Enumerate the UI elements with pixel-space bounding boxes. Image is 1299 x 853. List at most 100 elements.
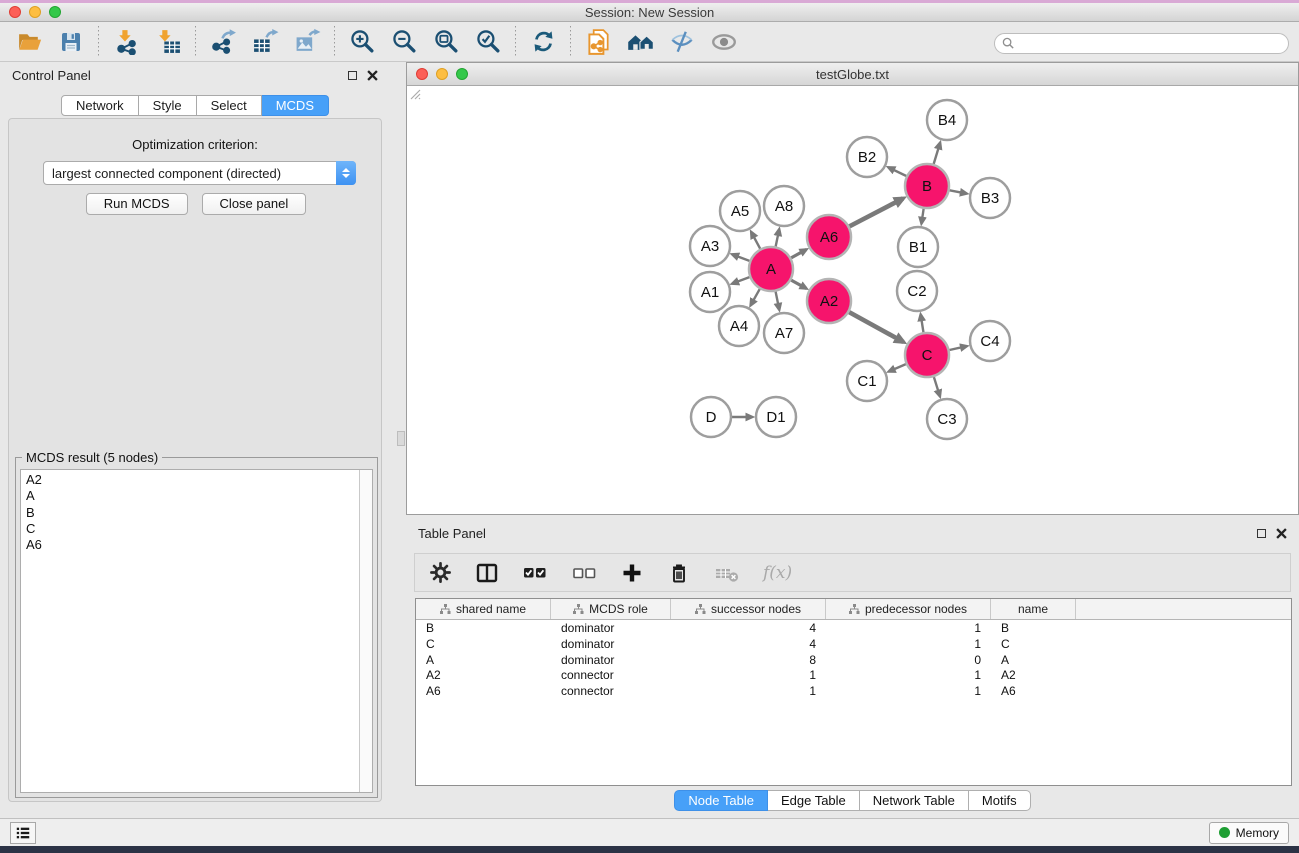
split-view-button[interactable] xyxy=(475,560,499,586)
optimization-criterion-select[interactable]: largest connected component (directed) xyxy=(43,161,356,185)
mcds-result-item[interactable]: A xyxy=(26,488,359,504)
table-row[interactable]: Adominator80A xyxy=(416,652,1291,668)
node-A2[interactable]: A2 xyxy=(807,279,851,323)
node-B2[interactable]: B2 xyxy=(847,137,887,177)
node-A3[interactable]: A3 xyxy=(690,226,730,266)
select-all-columns-button[interactable] xyxy=(522,560,548,586)
edge-B-B3[interactable] xyxy=(950,190,967,193)
search-input[interactable] xyxy=(1015,37,1288,51)
edge-A-A5[interactable] xyxy=(751,232,760,249)
column-header-shared-name[interactable]: shared name xyxy=(416,599,551,619)
tab-edge-table[interactable]: Edge Table xyxy=(768,790,860,811)
home-button[interactable] xyxy=(623,26,657,58)
edge-B-B2[interactable] xyxy=(889,167,907,176)
add-column-button[interactable] xyxy=(620,560,644,586)
edge-A-A4[interactable] xyxy=(751,289,760,305)
mcds-result-item[interactable]: A2 xyxy=(26,472,359,488)
save-session-button[interactable] xyxy=(54,26,88,58)
zoom-out-button[interactable] xyxy=(387,26,421,58)
refresh-view-button[interactable] xyxy=(526,26,560,58)
task-history-button[interactable] xyxy=(10,822,36,844)
edge-A-A1[interactable] xyxy=(732,277,749,283)
tab-node-table[interactable]: Node Table xyxy=(674,790,768,811)
delete-table-button[interactable] xyxy=(714,560,740,586)
column-header-successor-nodes[interactable]: successor nodes xyxy=(671,599,826,619)
node-B1[interactable]: B1 xyxy=(898,227,938,267)
edge-B-B4[interactable] xyxy=(934,143,940,164)
node-C3[interactable]: C3 xyxy=(927,399,967,439)
function-builder-button[interactable]: f(x) xyxy=(763,560,792,586)
unselect-all-columns-button[interactable] xyxy=(571,560,597,586)
hide-details-button[interactable] xyxy=(665,26,699,58)
node-A4[interactable]: A4 xyxy=(719,306,759,346)
mcds-result-list[interactable]: A2ABCA6 xyxy=(20,469,373,793)
open-session-button[interactable] xyxy=(12,26,46,58)
panel-divider-handle[interactable] xyxy=(397,431,405,446)
tab-network-table[interactable]: Network Table xyxy=(860,790,969,811)
edge-A6-B[interactable] xyxy=(849,198,903,226)
edge-A-A8[interactable] xyxy=(776,230,780,247)
edge-C-C2[interactable] xyxy=(921,315,924,333)
search-box[interactable] xyxy=(994,33,1289,54)
run-mcds-button[interactable]: Run MCDS xyxy=(86,193,188,215)
network-canvas[interactable]: B4B2BB3A8A5A6A3B1AA1C2A2A4A7C4CC1DD1C3 xyxy=(407,86,1298,514)
delete-column-button[interactable] xyxy=(667,560,691,586)
column-header-predecessor-nodes[interactable]: predecessor nodes xyxy=(826,599,991,619)
float-table-panel-icon[interactable] xyxy=(1257,529,1266,538)
resize-grip[interactable] xyxy=(407,86,421,100)
column-header-name[interactable]: name xyxy=(991,599,1076,619)
edge-A-A3[interactable] xyxy=(732,254,749,260)
zoom-selected-button[interactable] xyxy=(471,26,505,58)
export-image-button[interactable] xyxy=(290,26,324,58)
node-C2[interactable]: C2 xyxy=(897,271,937,311)
table-row[interactable]: Cdominator41C xyxy=(416,636,1291,652)
close-panel-button[interactable]: Close panel xyxy=(202,193,307,215)
edge-B-B1[interactable] xyxy=(922,209,924,224)
node-A7[interactable]: A7 xyxy=(764,313,804,353)
node-A[interactable]: A xyxy=(749,247,793,291)
mcds-result-scrollbar[interactable] xyxy=(359,470,372,792)
node-B4[interactable]: B4 xyxy=(927,100,967,140)
node-D[interactable]: D xyxy=(691,397,731,437)
node-C1[interactable]: C1 xyxy=(847,361,887,401)
edge-C-C3[interactable] xyxy=(934,377,940,396)
show-details-button[interactable] xyxy=(707,26,741,58)
mcds-result-item[interactable]: C xyxy=(26,521,359,537)
node-A6[interactable]: A6 xyxy=(807,215,851,259)
zoom-fit-button[interactable] xyxy=(429,26,463,58)
edge-A-A7[interactable] xyxy=(776,292,780,310)
column-header-mcds-role[interactable]: MCDS role xyxy=(551,599,671,619)
export-network-button[interactable] xyxy=(206,26,240,58)
edge-A-A6[interactable] xyxy=(791,250,806,258)
export-table-button[interactable] xyxy=(248,26,282,58)
new-network-from-selection-button[interactable] xyxy=(581,26,615,58)
edge-C-C4[interactable] xyxy=(949,346,966,350)
node-table[interactable]: shared nameMCDS rolesuccessor nodesprede… xyxy=(415,598,1292,786)
node-C4[interactable]: C4 xyxy=(970,321,1010,361)
tab-network[interactable]: Network xyxy=(61,95,139,116)
node-A5[interactable]: A5 xyxy=(720,191,760,231)
memory-button[interactable]: Memory xyxy=(1209,822,1289,844)
network-graph[interactable]: B4B2BB3A8A5A6A3B1AA1C2A2A4A7C4CC1DD1C3 xyxy=(407,86,1298,514)
node-B3[interactable]: B3 xyxy=(970,178,1010,218)
close-table-panel-icon[interactable] xyxy=(1276,528,1287,539)
close-panel-icon[interactable] xyxy=(367,70,378,81)
table-settings-button[interactable] xyxy=(429,560,452,586)
node-B[interactable]: B xyxy=(905,164,949,208)
tab-select[interactable]: Select xyxy=(197,95,262,116)
float-panel-icon[interactable] xyxy=(348,71,357,80)
table-row[interactable]: A6connector11A6 xyxy=(416,683,1291,699)
node-A1[interactable]: A1 xyxy=(690,272,730,312)
import-table-button[interactable] xyxy=(151,26,185,58)
network-window-titlebar[interactable]: testGlobe.txt xyxy=(407,63,1298,86)
node-D1[interactable]: D1 xyxy=(756,397,796,437)
table-row[interactable]: Bdominator41B xyxy=(416,620,1291,636)
tab-style[interactable]: Style xyxy=(139,95,197,116)
mcds-result-item[interactable]: B xyxy=(26,505,359,521)
zoom-in-button[interactable] xyxy=(345,26,379,58)
table-row[interactable]: A2connector11A2 xyxy=(416,667,1291,683)
edge-A-A2[interactable] xyxy=(791,280,806,288)
tab-motifs[interactable]: Motifs xyxy=(969,790,1031,811)
node-C[interactable]: C xyxy=(905,333,949,377)
edge-A2-C[interactable] xyxy=(849,312,903,342)
